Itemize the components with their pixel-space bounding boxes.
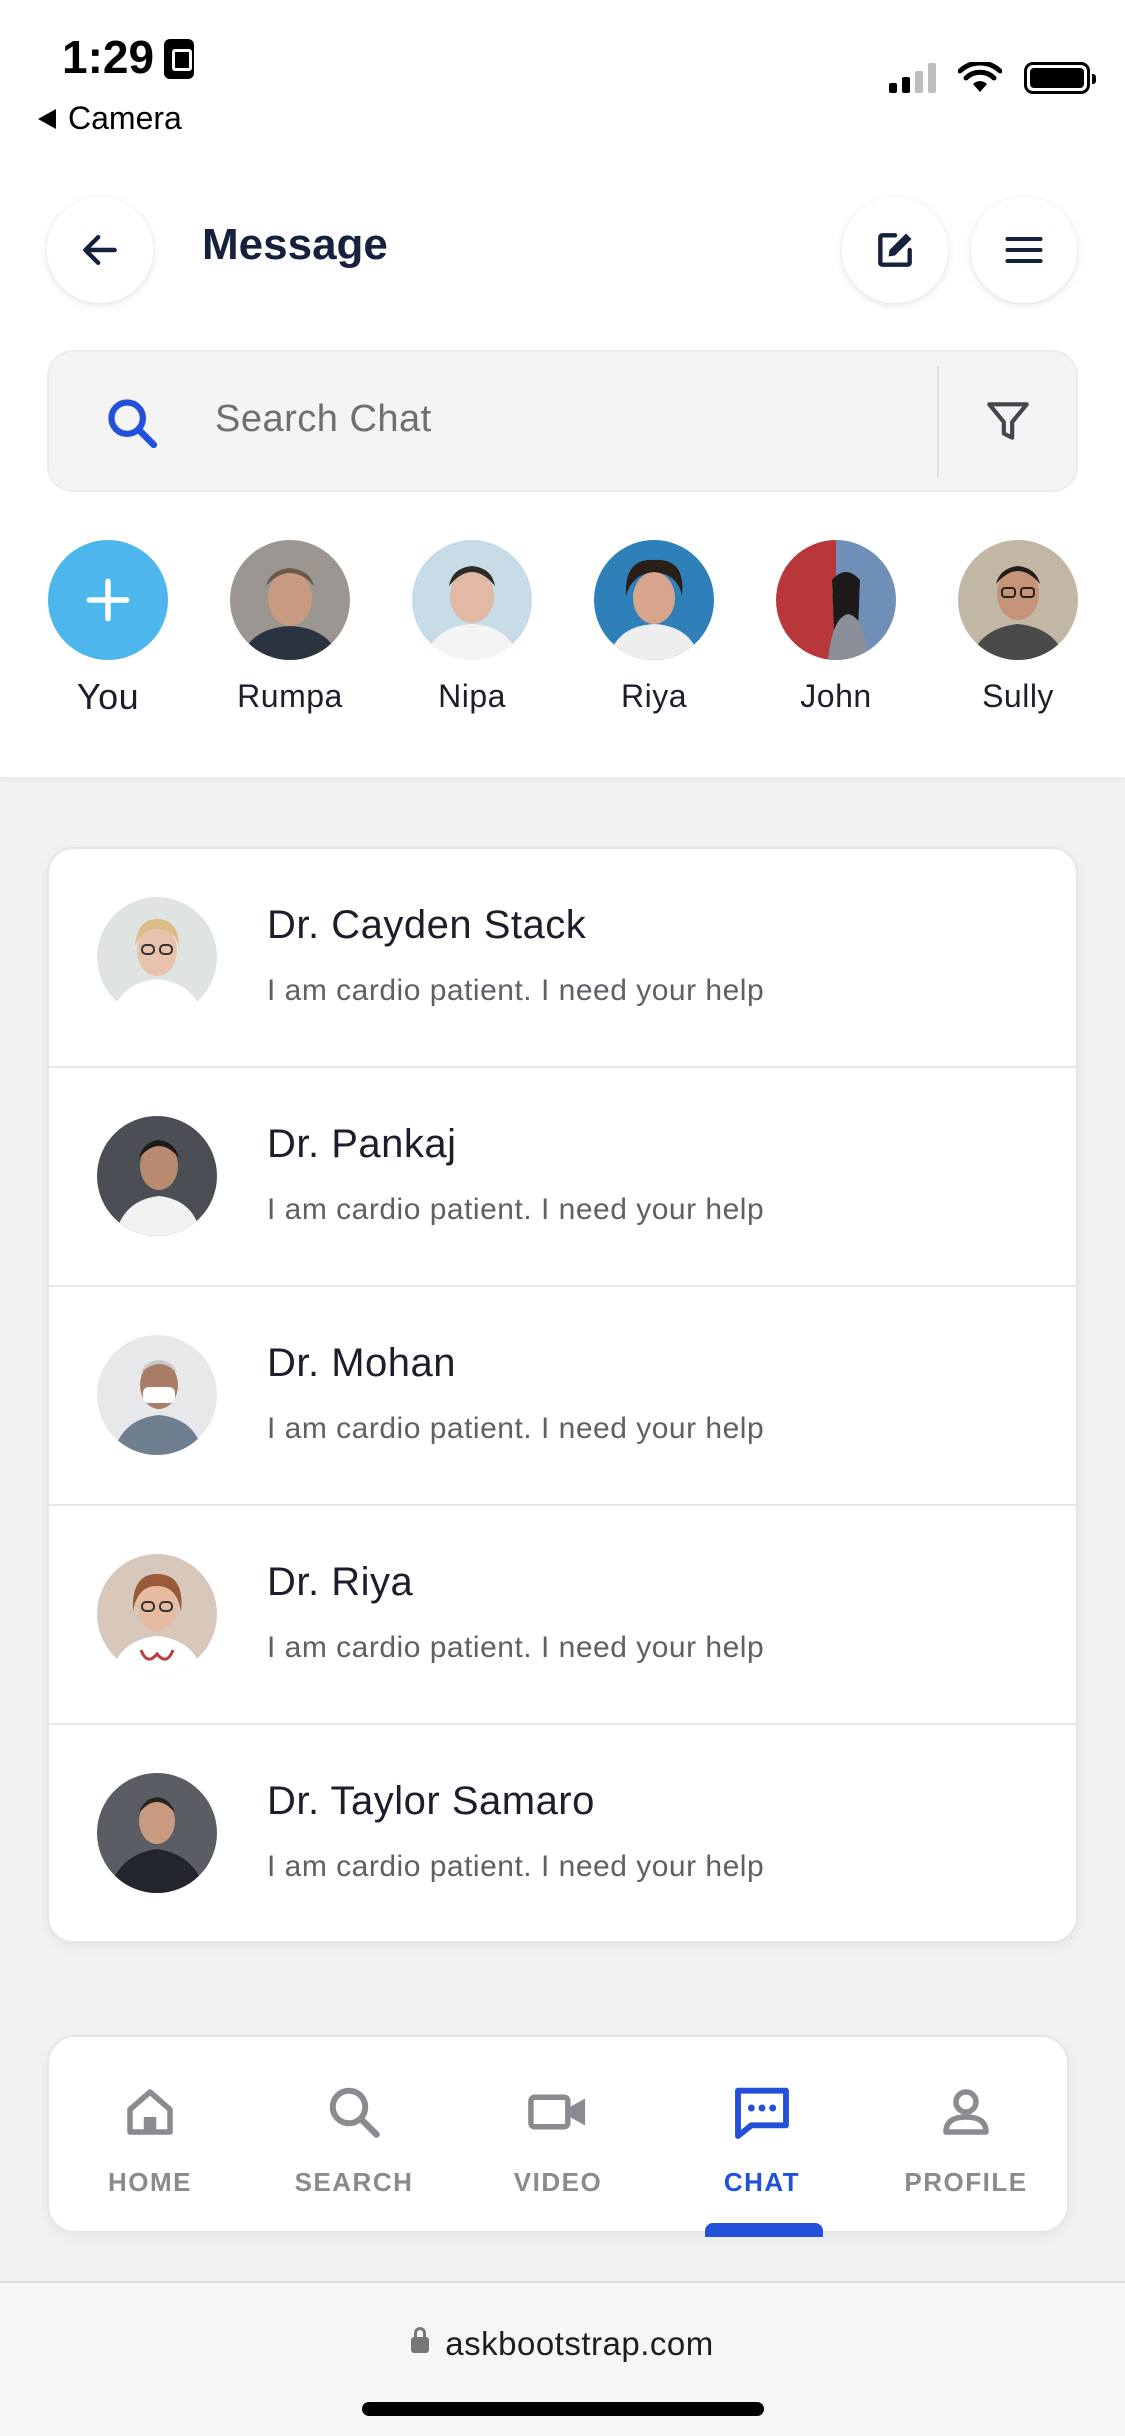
back-app-label: Camera [68,100,182,136]
chat-preview: I am cardio patient. I need your help [267,1412,765,1445]
avatar [958,540,1078,660]
compose-icon [878,233,912,267]
url-text: askbootstrap.com [445,2325,714,2362]
arrow-left-icon [83,234,117,266]
battery-icon [1024,62,1096,94]
portrait-lock-icon [164,39,195,79]
chat-name: Dr. Cayden Stack [267,903,587,947]
story-sully[interactable]: Sully [957,540,1079,715]
time-text: 1:29 [62,31,155,83]
avatar [97,1116,217,1236]
nav-home[interactable]: HOME [65,2077,235,2198]
story-riya[interactable]: Riya [593,540,715,715]
video-camera-icon [528,2094,586,2130]
search-divider [937,366,939,478]
chat-list: Dr. Cayden Stack I am cardio patient. I … [47,847,1078,1943]
chat-name: Dr. Pankaj [267,1122,457,1166]
story-name: Riya [620,678,687,714]
story-nipa[interactable]: Nipa [411,540,533,715]
chat-row[interactable]: Dr. Mohan I am cardio patient. I need yo… [49,1287,1076,1506]
bottom-navigation: HOME SEARCH VIDEO CHAT PROFILE [47,2035,1069,2237]
stories-row: You Rumpa Nipa Riya John Sully [47,540,1078,730]
chat-preview: I am cardio patient. I need your help [267,1850,765,1883]
avatar [776,540,896,660]
story-name: You [76,676,140,717]
avatar [230,540,350,660]
wifi-icon [958,62,1002,92]
nav-label: VIDEO [513,2167,603,2197]
story-rumpa[interactable]: Rumpa [229,540,351,715]
nav-label: CHAT [723,2167,801,2197]
back-triangle-icon [38,108,56,129]
search-icon [329,2087,380,2138]
url-display[interactable]: askbootstrap.com [0,2325,1125,2363]
avatar [594,540,714,660]
chat-preview: I am cardio patient. I need your help [267,1631,765,1664]
avatar [97,897,217,1017]
back-button[interactable] [47,197,153,303]
signal-icon [889,63,936,93]
chat-bubble-icon [735,2087,789,2139]
avatar [97,1335,217,1455]
home-icon [127,2089,173,2135]
page-title: Message [202,220,388,269]
nav-video[interactable]: VIDEO [473,2077,643,2198]
nav-search[interactable]: SEARCH [269,2077,439,2198]
chat-name: Dr. Taylor Samaro [267,1779,595,1823]
back-to-app[interactable]: Camera [38,100,182,137]
search-input[interactable]: Search Chat [215,398,432,441]
chat-row[interactable]: Dr. Cayden Stack I am cardio patient. I … [49,849,1076,1068]
story-john[interactable]: John [775,540,897,715]
add-story-button[interactable] [48,540,168,660]
avatar [97,1773,217,1893]
nav-profile[interactable]: PROFILE [881,2077,1051,2198]
chat-name: Dr. Riya [267,1560,414,1604]
nav-label: SEARCH [294,2167,414,2197]
story-name: Sully [982,678,1054,714]
nav-label: PROFILE [904,2167,1028,2197]
hamburger-menu-icon [1005,236,1043,264]
nav-chat[interactable]: CHAT [677,2077,847,2198]
filter-icon[interactable] [983,396,1033,446]
message-screen: 1:29 Camera Message Search Chat You Rump… [0,0,1125,2436]
menu-button[interactable] [971,197,1077,303]
chat-name: Dr. Mohan [267,1341,457,1385]
compose-button[interactable] [842,197,948,303]
avatar [412,540,532,660]
status-indicators [889,62,1096,94]
chat-row[interactable]: Dr. Taylor Samaro I am cardio patient. I… [49,1725,1076,1941]
chat-row[interactable]: Dr. Riya I am cardio patient. I need you… [49,1506,1076,1725]
plus-icon [86,578,130,622]
status-time: 1:29 [62,30,195,84]
story-name: John [800,678,872,714]
search-icon [108,399,158,449]
active-tab-indicator [705,2223,823,2237]
story-name: Nipa [438,678,506,714]
profile-icon [943,2089,989,2135]
chat-preview: I am cardio patient. I need your help [267,1193,765,1226]
search-bar[interactable]: Search Chat [47,350,1078,492]
avatar [97,1554,217,1674]
top-section: 1:29 Camera Message Search Chat You Rump… [0,0,1125,777]
nav-label: HOME [108,2167,192,2197]
home-indicator[interactable] [362,2402,764,2416]
story-name: Rumpa [237,678,343,714]
chat-preview: I am cardio patient. I need your help [267,974,765,1007]
chat-row[interactable]: Dr. Pankaj I am cardio patient. I need y… [49,1068,1076,1287]
story-add-you[interactable]: You [47,540,169,718]
browser-address-bar[interactable]: askbootstrap.com [0,2281,1125,2436]
lock-icon [411,2327,430,2353]
